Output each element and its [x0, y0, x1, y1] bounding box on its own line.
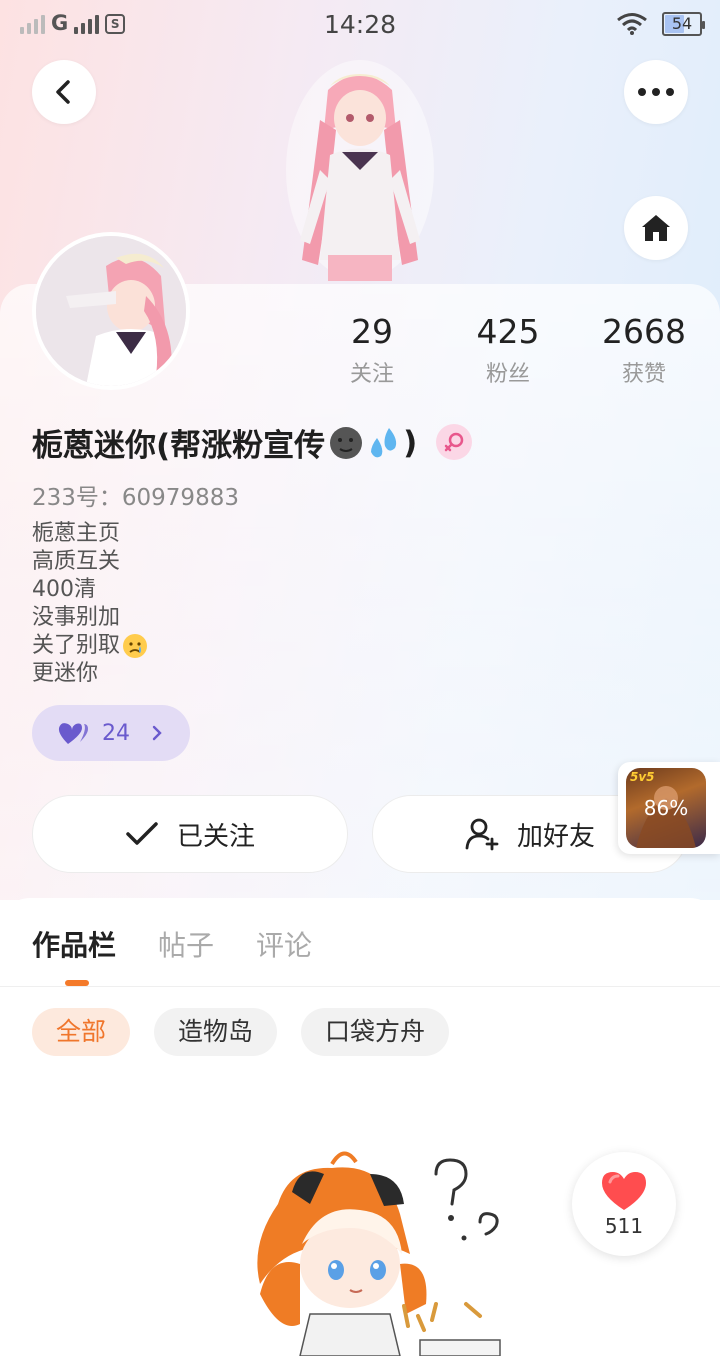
tab-works[interactable]: 作品栏: [32, 924, 116, 964]
bio-line: 没事别加: [32, 605, 121, 630]
followed-button[interactable]: 已关注: [32, 795, 348, 873]
user-id: 233号：60979883: [32, 485, 239, 511]
chevron-left-icon: [56, 80, 70, 104]
filter-chips: 全部 造物岛 口袋方舟: [32, 1008, 450, 1056]
bio-line: 更迷你: [32, 661, 99, 686]
chip-all[interactable]: 全部: [32, 1008, 131, 1056]
username-suffix: ): [403, 424, 418, 461]
dark-moon-emoji-icon: [330, 426, 363, 459]
battery-icon: 54: [662, 12, 705, 36]
followed-label: 已关注: [176, 821, 255, 852]
like-count: 511: [604, 1214, 644, 1238]
likes-pill-button[interactable]: 24: [32, 705, 190, 761]
status-bar: G S 14:28 54: [0, 0, 720, 52]
more-button[interactable]: [624, 60, 688, 124]
likes-count: 2668: [602, 312, 686, 351]
status-time: 14:28: [323, 10, 397, 39]
add-friend-label: 加好友: [516, 821, 595, 852]
tab-posts[interactable]: 帖子: [158, 924, 214, 964]
sweat-droplets-emoji-icon: [371, 427, 397, 457]
home-icon: [642, 215, 670, 241]
heart-icon: [602, 1172, 646, 1210]
chip-pocket-ark[interactable]: 口袋方舟: [301, 1008, 450, 1056]
chip-creation-island[interactable]: 造物岛: [154, 1008, 278, 1056]
chevron-right-icon: [152, 725, 162, 741]
bio-line: 关了别取: [32, 633, 121, 658]
crying-face-emoji-icon: [123, 634, 148, 658]
avatar-3d-figure: [286, 60, 434, 281]
fans-label: 粉丝: [485, 362, 530, 387]
divider: [0, 986, 720, 987]
likes-label: 获赞: [621, 362, 666, 387]
avatar-image: [36, 236, 186, 386]
more-dots-icon: [638, 88, 674, 96]
avatar[interactable]: [32, 232, 190, 390]
add-user-icon: [465, 818, 499, 851]
like-button[interactable]: 511: [572, 1152, 676, 1256]
empty-state-illustration: [257, 1151, 501, 1356]
username: 栀蒽迷你(帮涨粉宣传 ): [32, 420, 417, 465]
likes-pill-count: 24: [102, 720, 130, 746]
stat-likes: 2668 获赞: [574, 312, 714, 388]
female-icon: [436, 424, 472, 460]
stat-fans[interactable]: 425 粉丝: [438, 312, 578, 388]
bio-line: 高质互关: [32, 549, 121, 574]
username-text: 栀蒽迷你(帮涨粉宣传: [32, 428, 326, 464]
battery-level: 54: [671, 14, 693, 33]
game-icon[interactable]: 5v5 86%: [626, 768, 706, 848]
tab-bar: 作品栏 帖子 评论: [32, 924, 312, 964]
tab-comments[interactable]: 评论: [256, 924, 312, 964]
bio: 栀蒽主页 高质互关 400清 没事别加 关了别取 更迷你: [32, 520, 148, 688]
following-count: 29: [351, 312, 393, 351]
status-right: 54: [616, 12, 705, 36]
double-heart-icon: [58, 723, 88, 744]
fans-count: 425: [476, 312, 540, 351]
back-button[interactable]: [32, 60, 96, 124]
wifi-icon: [617, 13, 647, 35]
checkmark-icon: [126, 822, 158, 845]
bio-line: 栀蒽主页: [32, 521, 121, 546]
game-progress: 86%: [643, 796, 689, 820]
home-button[interactable]: [624, 196, 688, 260]
bio-line: 400清: [32, 577, 96, 602]
following-label: 关注: [349, 362, 394, 387]
stat-following[interactable]: 29 关注: [302, 312, 442, 388]
